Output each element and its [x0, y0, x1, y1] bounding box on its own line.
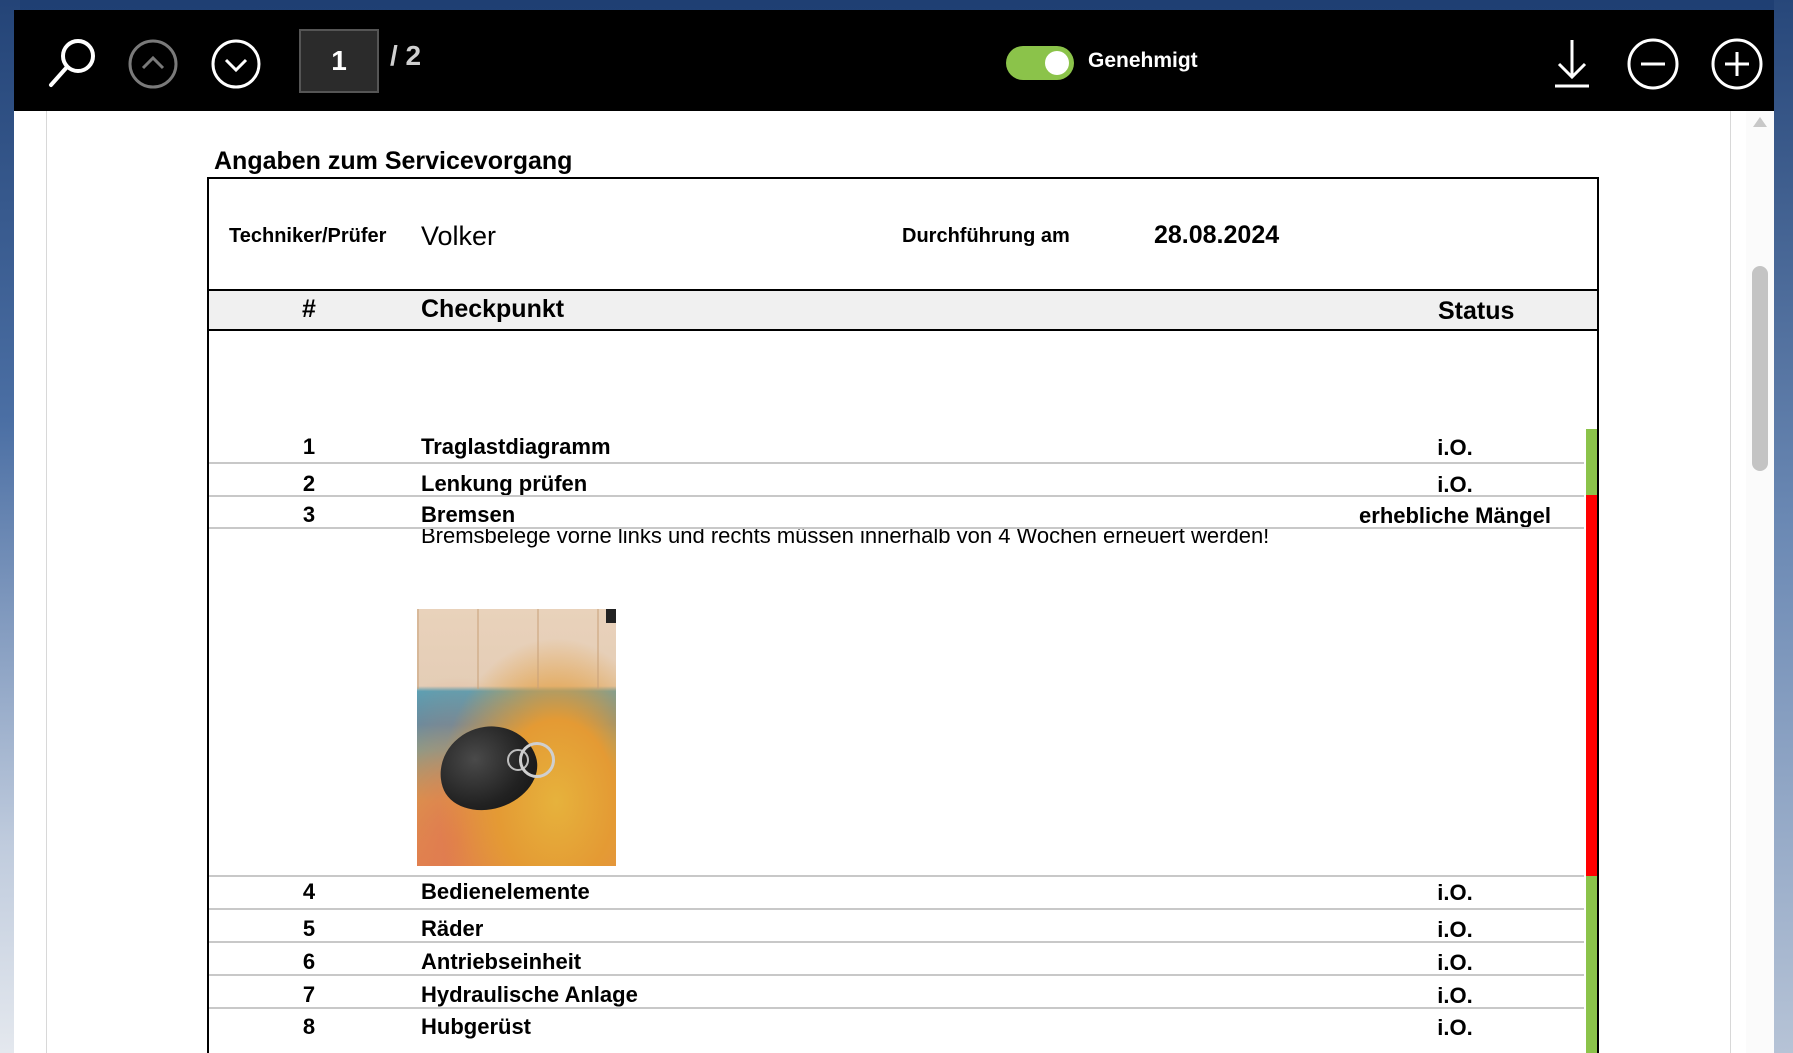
- service-table: Techniker/Prüfer Volker Durchführung am …: [207, 177, 1599, 1053]
- status-indicator-bar: [1586, 941, 1597, 974]
- document-page: Angaben zum Servicevorgang Techniker/Prü…: [14, 111, 1774, 1053]
- row-divider: [209, 1007, 1584, 1009]
- table-header: # Checkpunkt Status: [209, 289, 1597, 331]
- page-edge-right: [1730, 111, 1731, 1053]
- row-number: 2: [302, 471, 316, 496]
- status-indicator-bar: [1586, 908, 1597, 941]
- technician-value: Volker: [421, 221, 497, 251]
- row-number: 5: [302, 916, 316, 941]
- row-number: 8: [302, 1014, 316, 1039]
- status-indicator-bar: [1586, 463, 1597, 495]
- desktop-background-right: [1774, 0, 1793, 1053]
- row-number: 4: [302, 879, 316, 904]
- scroll-thumb[interactable]: [1752, 266, 1768, 471]
- row-divider: [209, 974, 1584, 976]
- row-status: i.O.: [1437, 435, 1473, 460]
- keyring-large: [519, 742, 555, 778]
- defect-photo[interactable]: [417, 609, 616, 866]
- row-status: i.O.: [1437, 983, 1473, 1008]
- date-value: 28.08.2024: [1154, 221, 1280, 249]
- status-indicator-bar: [1586, 876, 1597, 908]
- row-checkpoint: Traglastdiagramm: [421, 434, 611, 459]
- header-status: Status: [1438, 297, 1515, 325]
- zoom-out-icon[interactable]: [1626, 37, 1680, 91]
- scroll-up-arrow-icon[interactable]: [1753, 117, 1767, 127]
- search-icon[interactable]: [44, 34, 102, 92]
- row-divider: [209, 527, 1584, 529]
- status-indicator-bar: [1586, 1007, 1597, 1053]
- row-number: 3: [302, 502, 316, 527]
- header-checkpoint: Checkpunkt: [421, 295, 565, 323]
- status-indicator-bar: [1586, 429, 1597, 463]
- row-status: i.O.: [1437, 950, 1473, 975]
- row-checkpoint: Räder: [421, 916, 484, 941]
- row-checkpoint: Lenkung prüfen: [421, 471, 588, 496]
- row-divider: [209, 941, 1584, 943]
- row-number: 1: [302, 434, 316, 459]
- approved-toggle[interactable]: [1006, 46, 1074, 80]
- viewer-toolbar: 1 / 2 Genehmigt: [14, 10, 1774, 111]
- chevron-down-icon[interactable]: [210, 38, 262, 90]
- row-status: i.O.: [1437, 880, 1473, 905]
- photo-corner: [606, 609, 616, 623]
- page-number-input[interactable]: 1: [299, 29, 379, 93]
- row-divider: [209, 495, 1584, 497]
- chevron-up-icon[interactable]: [127, 38, 179, 90]
- vertical-scrollbar[interactable]: [1746, 111, 1774, 1053]
- page-edge-left: [46, 111, 47, 1053]
- document-viewer-window: 1 / 2 Genehmigt Angaben zum Servicevorga…: [14, 10, 1774, 1053]
- technician-label: Techniker/Prüfer: [229, 225, 387, 247]
- zoom-in-icon[interactable]: [1710, 37, 1764, 91]
- row-divider: [209, 462, 1584, 464]
- row-status: erhebliche Mängel: [1359, 503, 1551, 528]
- row-checkpoint: Antriebseinheit: [421, 949, 582, 974]
- download-icon[interactable]: [1547, 36, 1597, 92]
- page-total-label: / 2: [390, 40, 422, 71]
- date-label: Durchführung am: [902, 225, 1070, 247]
- row-checkpoint: Hubgerüst: [421, 1014, 531, 1039]
- row-checkpoint: Bedienelemente: [421, 879, 590, 904]
- row-checkpoint: Hydraulische Anlage: [421, 982, 638, 1007]
- status-indicator-bar: [1586, 974, 1597, 1007]
- toggle-knob: [1045, 51, 1069, 75]
- row-divider: [209, 875, 1584, 877]
- approved-label: Genehmigt: [1088, 49, 1198, 72]
- status-indicator-bar: [1586, 495, 1597, 876]
- row-status: i.O.: [1437, 917, 1473, 942]
- row-divider: [209, 908, 1584, 910]
- header-num: #: [302, 295, 316, 323]
- row-status: i.O.: [1437, 1015, 1473, 1040]
- photo-background-pattern: [417, 609, 616, 689]
- section-title: Angaben zum Servicevorgang: [214, 147, 573, 175]
- row-number: 6: [302, 949, 316, 974]
- row-number: 7: [302, 982, 316, 1007]
